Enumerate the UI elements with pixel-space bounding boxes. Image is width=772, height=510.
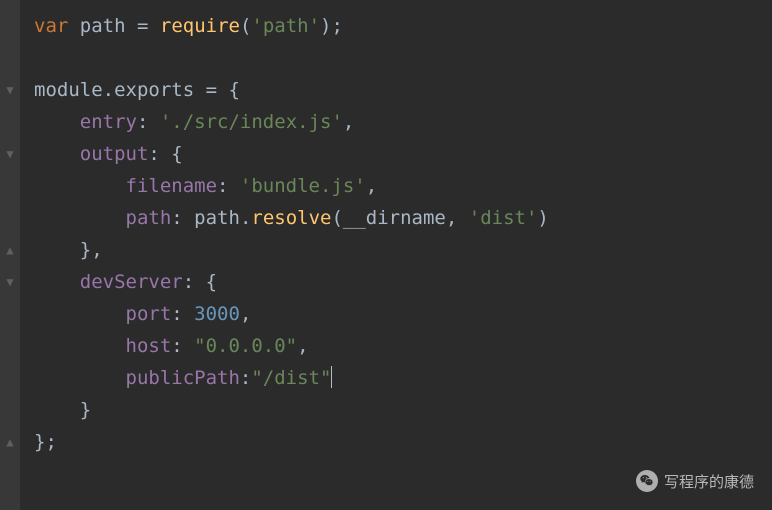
fold-mark[interactable] [0, 10, 20, 42]
code-line[interactable]: port: 3000, [34, 298, 772, 330]
code-line[interactable]: publicPath:"/dist" [34, 362, 772, 394]
code-line[interactable]: path: path.resolve(__dirname, 'dist') [34, 202, 772, 234]
watermark-text: 写程序的康德 [664, 471, 754, 492]
fold-gutter: ▼ ▼ ▲ ▼ ▲ [0, 0, 20, 510]
fold-mark[interactable]: ▲ [0, 234, 20, 266]
code-line[interactable]: entry: './src/index.js', [34, 106, 772, 138]
fold-mark[interactable] [0, 106, 20, 138]
code-line[interactable]: }; [34, 426, 772, 458]
wechat-icon [636, 470, 658, 492]
code-line[interactable]: } [34, 394, 772, 426]
code-line[interactable]: }, [34, 234, 772, 266]
code-line[interactable]: var path = require('path'); [34, 10, 772, 42]
fold-mark[interactable] [0, 202, 20, 234]
code-line[interactable]: filename: 'bundle.js', [34, 170, 772, 202]
fold-mark[interactable]: ▼ [0, 74, 20, 106]
fold-mark[interactable] [0, 170, 20, 202]
code-line[interactable]: host: "0.0.0.0", [34, 330, 772, 362]
code-line[interactable]: module.exports = { [34, 74, 772, 106]
fold-mark[interactable] [0, 394, 20, 426]
fold-mark[interactable] [0, 458, 20, 490]
fold-mark[interactable] [0, 298, 20, 330]
code-editor: ▼ ▼ ▲ ▼ ▲ var path = require('path'); mo… [0, 0, 772, 510]
code-content[interactable]: var path = require('path'); module.expor… [20, 0, 772, 510]
fold-mark[interactable] [0, 362, 20, 394]
code-line[interactable]: devServer: { [34, 266, 772, 298]
fold-mark[interactable] [0, 42, 20, 74]
fold-mark[interactable]: ▲ [0, 426, 20, 458]
code-line[interactable] [34, 42, 772, 74]
code-line[interactable]: output: { [34, 138, 772, 170]
watermark: 写程序的康德 [636, 470, 754, 492]
fold-mark[interactable]: ▼ [0, 138, 20, 170]
fold-mark[interactable]: ▼ [0, 266, 20, 298]
fold-mark[interactable] [0, 330, 20, 362]
cursor-icon [331, 366, 332, 388]
